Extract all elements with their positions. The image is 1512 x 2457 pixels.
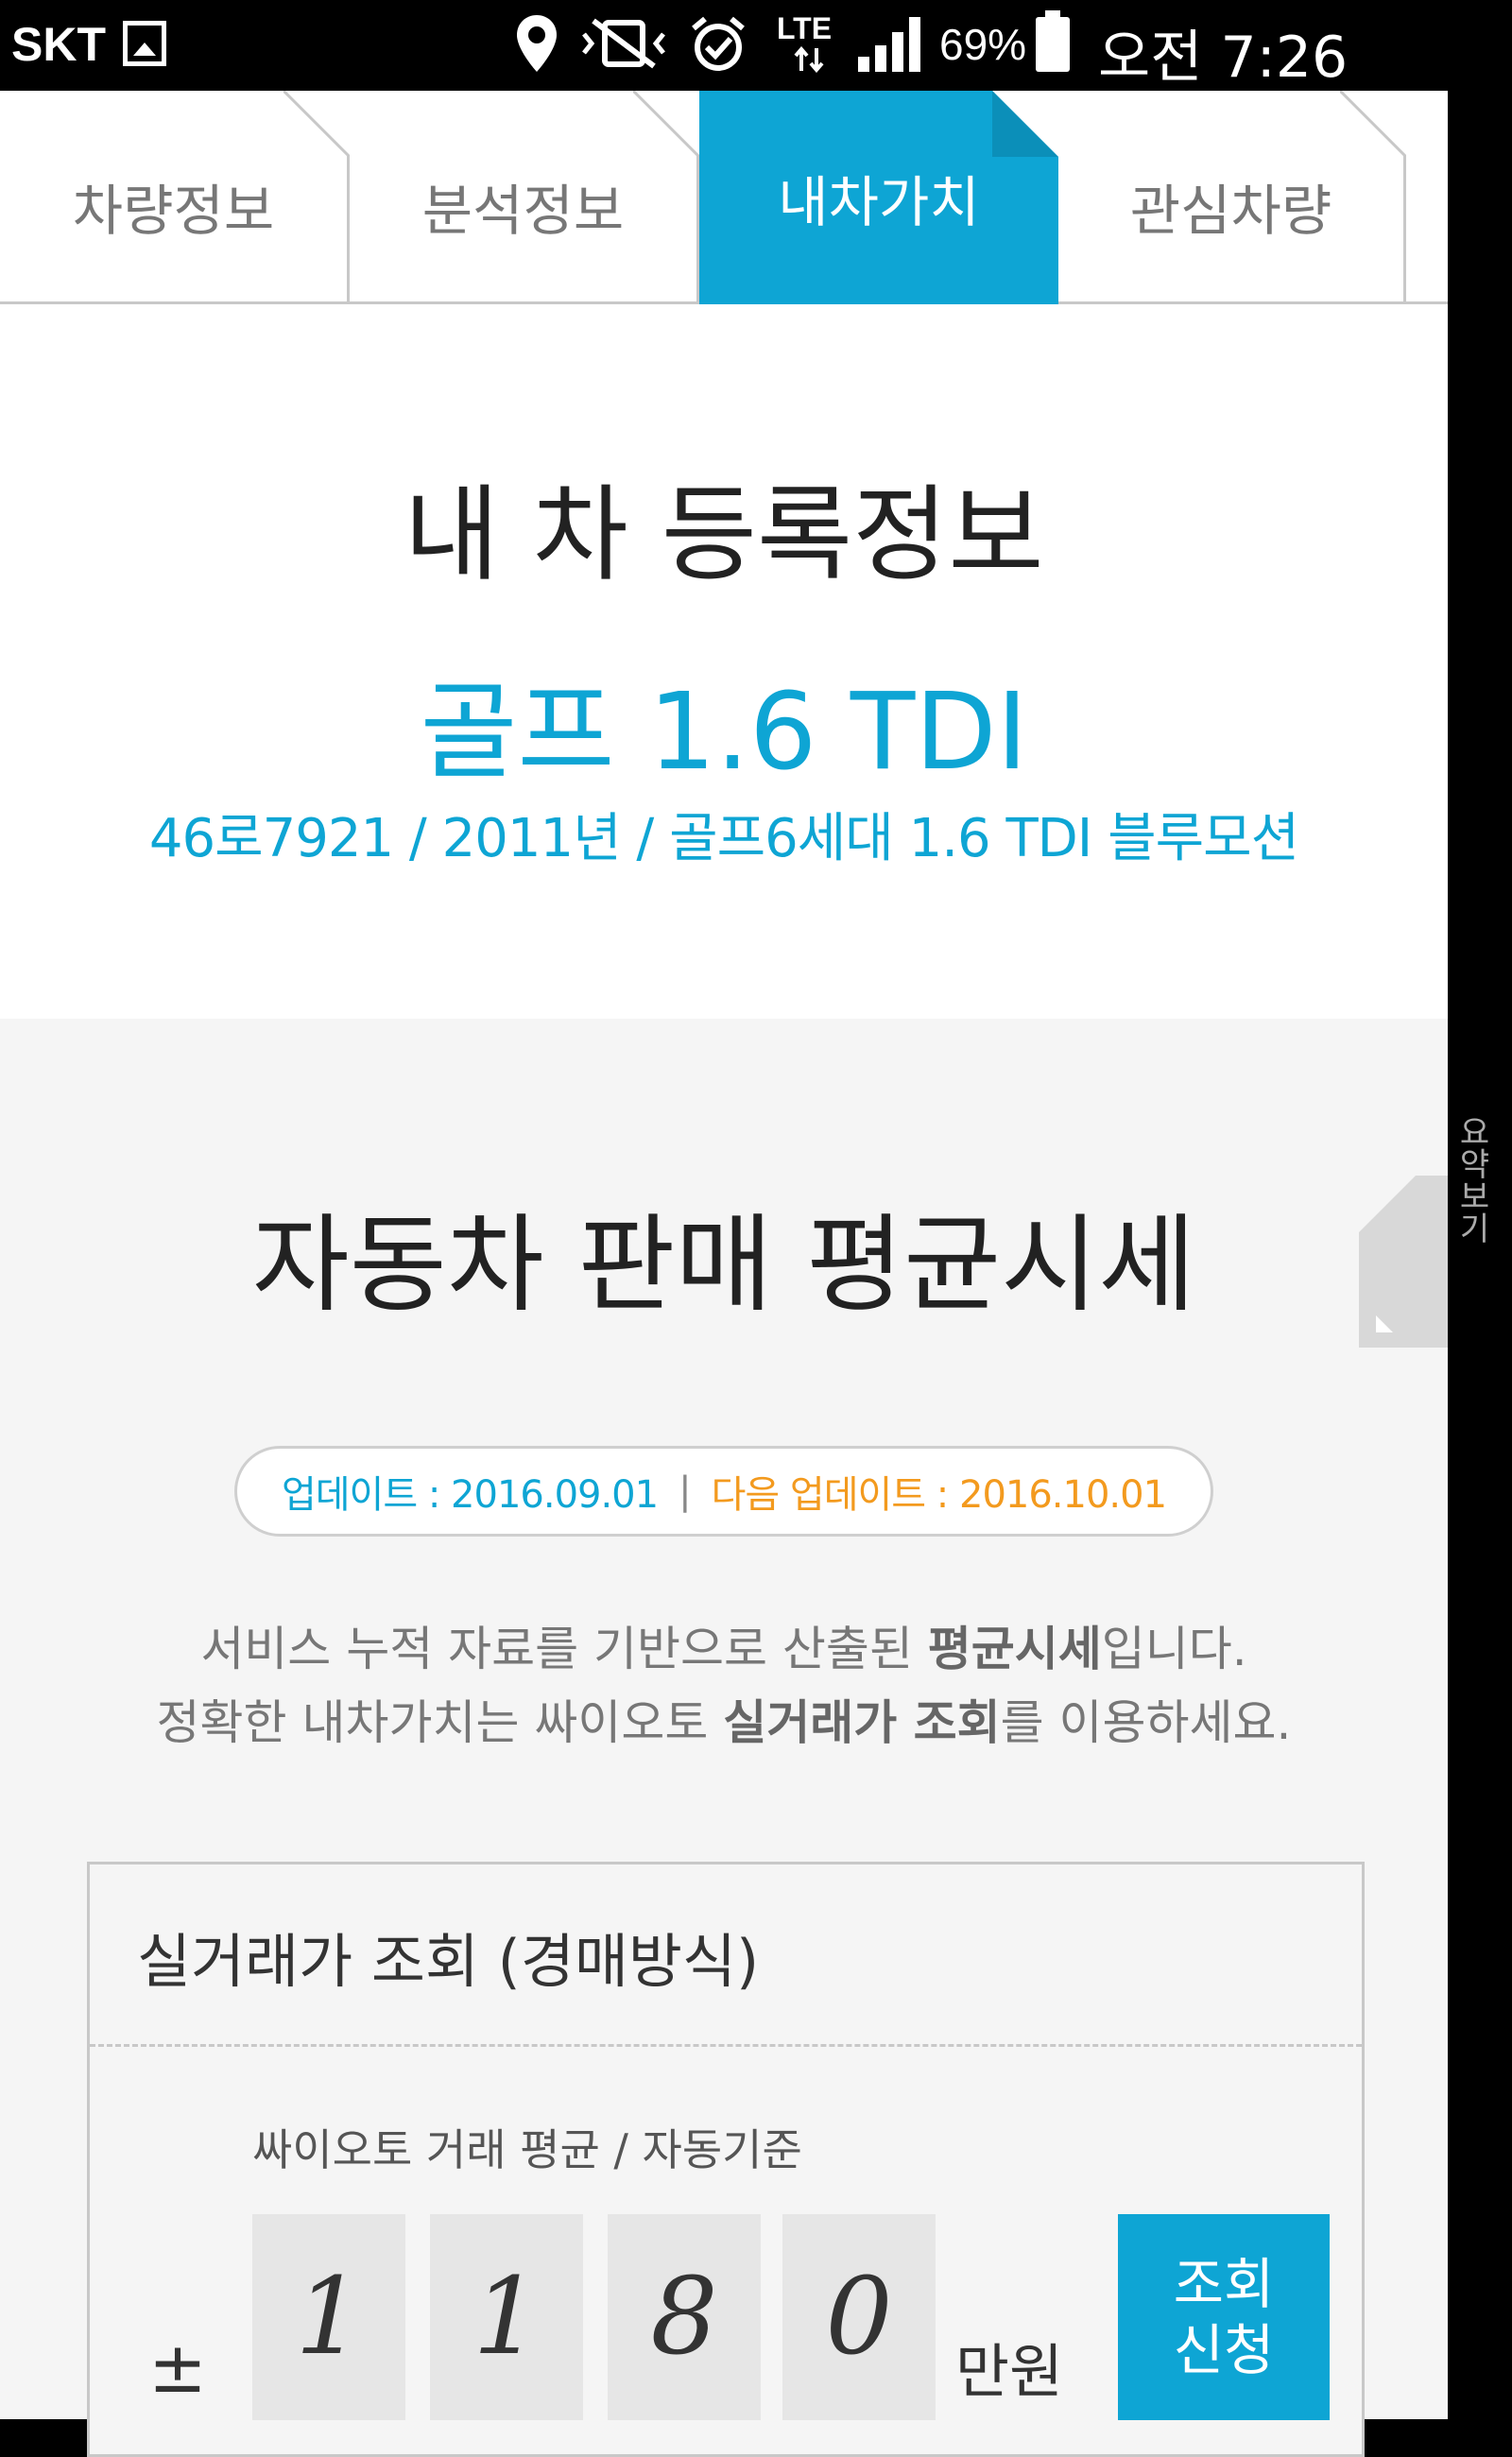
gallery-notification-icon <box>123 21 166 66</box>
location-icon <box>510 13 563 74</box>
carrier-label: SKT <box>11 18 106 71</box>
desc-text: 서비스 누적 자료를 기반으로 산출된 <box>200 1622 928 1676</box>
signal-icon <box>854 13 924 74</box>
tab-corner-fold-icon <box>992 91 1058 157</box>
button-label-line-2: 신청 <box>1173 2318 1275 2382</box>
desc-bold: 평균시세 <box>927 1622 1102 1676</box>
lookup-subtitle: 싸이오토 거래 평균 / 자동기준 <box>252 2124 802 2175</box>
price-unit: 만원 <box>955 2337 1064 2406</box>
price-digit: 1 <box>252 2214 405 2420</box>
tab-label: 내차가치 <box>778 170 980 234</box>
summary-view-label[interactable]: 요약보기 <box>1452 1115 1495 1244</box>
pill-separator: | <box>679 1469 692 1513</box>
tab-label: 차량정보 <box>72 178 275 243</box>
clock: 오전 7:26 <box>1098 25 1349 91</box>
desc-bold: 실거래가 조회 <box>723 1695 1001 1750</box>
right-edge-strip <box>1448 91 1512 2419</box>
tab-my-car-value[interactable]: 내차가치 <box>699 91 1058 304</box>
tab-bar: 차량정보 분석정보 내차가치 관심차량 <box>0 91 1448 304</box>
tab-label: 관심차량 <box>1129 178 1332 243</box>
price-digit: 0 <box>782 2214 936 2420</box>
description-line-1: 서비스 누적 자료를 기반으로 산출된 평균시세입니다. <box>0 1612 1448 1686</box>
tab-analysis-info[interactable]: 분석정보 <box>350 91 699 301</box>
update-info-pill: 업데이트 : 2016.09.01 | 다음 업데이트 : 2016.10.01 <box>234 1446 1213 1537</box>
tab-label: 분석정보 <box>421 178 625 243</box>
button-label-line-1: 조회 <box>1173 2252 1275 2316</box>
desc-text: 정확한 내차가치는 싸이오토 <box>156 1695 724 1750</box>
status-bar: SKT LTE 69% 오전 7:26 <box>0 0 1512 91</box>
lookup-request-button[interactable]: 조회 신청 <box>1118 2214 1330 2420</box>
vibrate-mute-icon <box>578 13 669 74</box>
tab-favorite-cars[interactable]: 관심차량 <box>1058 91 1406 301</box>
plus-minus-sign: ± <box>148 2328 208 2409</box>
battery-percent: 69% <box>939 20 1027 69</box>
car-detail: 46로7921 / 2011년 / 골프6세대 1.6 TDI 블루모션 <box>148 808 1299 869</box>
dashed-divider <box>90 2044 1362 2047</box>
average-price-title: 자동차 판매 평균시세 <box>251 1204 1196 1327</box>
car-model: 골프 1.6 TDI <box>420 671 1028 794</box>
average-description: 서비스 누적 자료를 기반으로 산출된 평균시세입니다. 정확한 내차가치는 싸… <box>0 1612 1448 1760</box>
price-digit: 8 <box>608 2214 761 2420</box>
registration-title: 내 차 등록정보 <box>404 474 1044 595</box>
battery-icon <box>1036 10 1070 72</box>
alarm-icon <box>686 13 750 74</box>
next-update-date: 다음 업데이트 : 2016.10.01 <box>711 1473 1167 1517</box>
desc-text: 를 이용하세요. <box>1000 1695 1292 1750</box>
tab-vehicle-info[interactable]: 차량정보 <box>0 91 350 301</box>
real-price-lookup-box: 실거래가 조회 (경매방식) 싸이오토 거래 평균 / 자동기준 ± 1 1 8… <box>87 1862 1365 2457</box>
tab-corner-fold-icon <box>633 91 699 157</box>
lookup-title: 실거래가 조회 (경매방식) <box>137 1927 760 1996</box>
tab-corner-fold-icon <box>284 91 350 157</box>
update-date: 업데이트 : 2016.09.01 <box>281 1473 659 1517</box>
description-line-2: 정확한 내차가치는 싸이오토 실거래가 조회를 이용하세요. <box>0 1686 1448 1760</box>
main-panel: 차량정보 분석정보 내차가치 관심차량 내 차 등록정보 골프 1.6 TDI … <box>0 91 1448 2457</box>
desc-text: 입니다. <box>1101 1622 1247 1676</box>
price-digit: 1 <box>430 2214 583 2420</box>
tab-corner-fold-icon <box>1340 91 1406 157</box>
lte-label: LTE <box>777 11 833 45</box>
data-arrows-icon <box>792 45 826 74</box>
